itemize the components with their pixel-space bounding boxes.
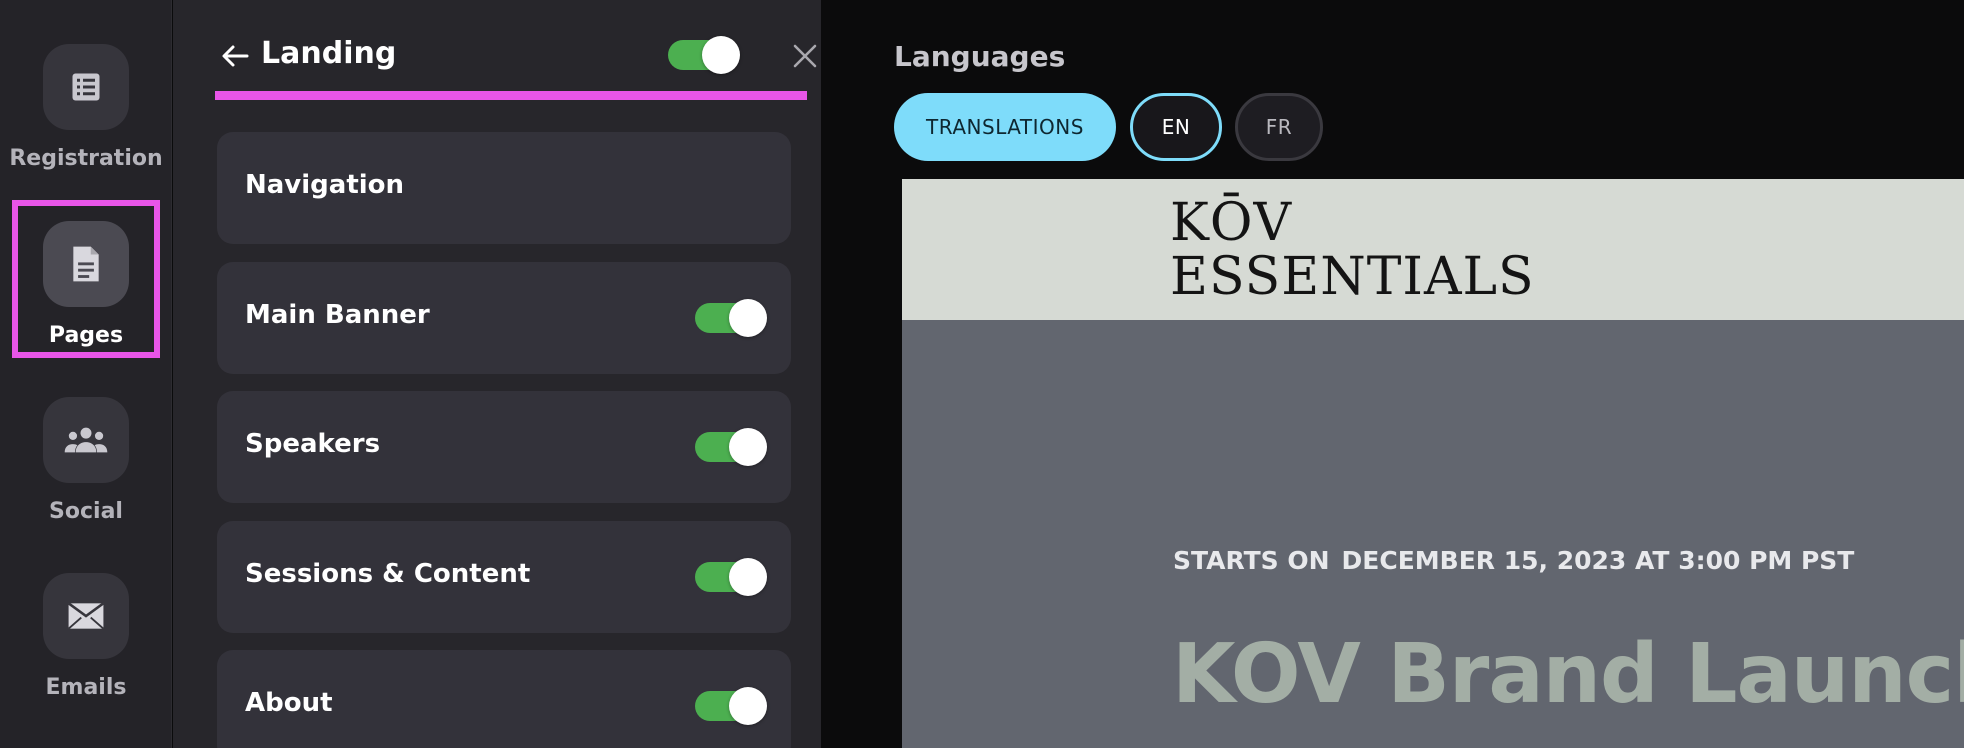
speakers-toggle[interactable] [695,428,767,466]
section-label: Main Banner [245,300,430,330]
toggle-knob [729,558,767,596]
left-rail: Registration Pages Social Emails [0,0,172,748]
list-icon [43,44,129,130]
event-title: KOV Brand Launch [1172,627,1964,722]
site-header: KŌV ESSENTIALS [902,179,1964,320]
logo-line-2: ESSENTIALS [1170,247,1535,307]
toggle-knob [729,428,767,466]
page-enabled-toggle[interactable] [668,36,740,74]
landing-page-preview: KŌV ESSENTIALS STARTS ON DECEMBER 15, 202… [902,179,1964,748]
section-about[interactable]: About [217,650,791,748]
section-speakers[interactable]: Speakers [217,391,791,503]
section-main-banner[interactable]: Main Banner [217,262,791,374]
rail-item-registration[interactable]: Registration [0,44,172,194]
toggle-knob [702,36,740,74]
close-icon[interactable] [787,38,823,74]
mail-icon [43,573,129,659]
rail-item-emails[interactable]: Emails [0,573,172,723]
logo-line-1: KŌV [1170,193,1293,253]
rail-label-registration: Registration [9,146,163,171]
event-start-date: STARTS ON DECEMBER 15, 2023 AT 3:00 PM PS… [1173,546,1866,575]
languages-title: Languages [894,40,1066,73]
section-label: Sessions & Content [245,559,531,589]
section-sessions-content[interactable]: Sessions & Content [217,521,791,633]
starts-value: DECEMBER 15, 2023 AT 3:00 PM PST [1341,546,1855,575]
panel-header: Landing [215,30,817,80]
rail-item-social[interactable]: Social [0,397,172,547]
starts-label: STARTS ON [1173,546,1330,575]
toggle-knob [729,299,767,337]
rail-label-social: Social [49,499,123,524]
sessions-content-toggle[interactable] [695,558,767,596]
language-fr-button[interactable]: FR [1235,93,1323,161]
section-label: Speakers [245,429,381,459]
active-selection-outline [12,200,160,358]
section-navigation[interactable]: Navigation [217,132,791,244]
about-toggle[interactable] [695,687,767,725]
page-title: Landing [261,36,397,71]
toggle-knob [729,687,767,725]
page-sections-panel: Landing Navigation Main Banner Speakers … [173,0,821,748]
preview-area: Languages TRANSLATIONS EN FR KŌV ESSENTI… [822,0,1964,748]
main-banner-toggle[interactable] [695,299,767,337]
back-arrow-icon[interactable] [215,36,255,76]
language-en-button[interactable]: EN [1130,93,1222,161]
section-label: About [245,688,333,718]
brand-logo: KŌV ESSENTIALS [1170,197,1535,303]
header-underline [215,91,807,100]
translations-button[interactable]: TRANSLATIONS [894,93,1116,161]
section-label: Navigation [245,170,405,200]
people-icon [43,397,129,483]
rail-label-emails: Emails [45,675,127,700]
